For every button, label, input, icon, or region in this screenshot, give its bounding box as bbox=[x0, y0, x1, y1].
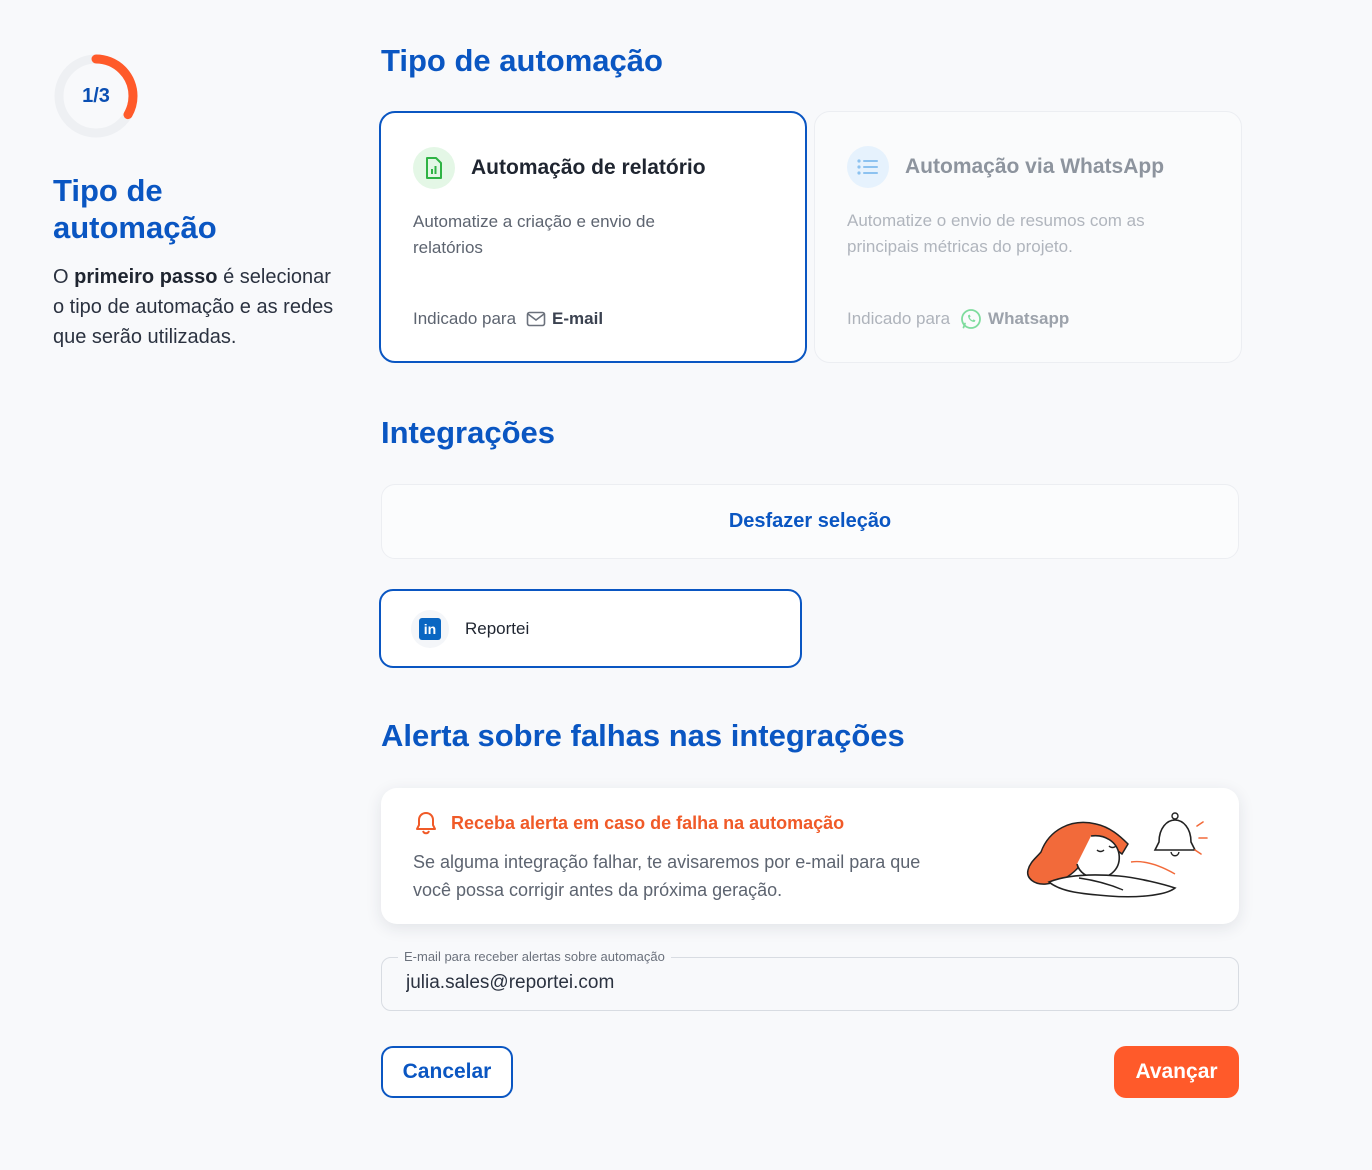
indicated-for-label: Indicado para bbox=[847, 309, 951, 328]
integration-name: Reportei bbox=[465, 618, 530, 638]
whatsapp-automation-title: Automação via WhatsApp bbox=[905, 155, 1165, 178]
linkedin-icon: in bbox=[411, 609, 449, 648]
alert-email-input[interactable] bbox=[406, 972, 1206, 994]
undo-selection-button[interactable]: Desfazer seleção bbox=[381, 484, 1239, 559]
page-title: Tipo de automação bbox=[53, 173, 217, 245]
step-description-prefix: O bbox=[53, 266, 75, 288]
whatsapp-icon bbox=[961, 309, 981, 329]
report-automation-description: Automatize a criação e envio de relatóri… bbox=[413, 212, 655, 257]
alert-email-field[interactable]: E-mail para receber alertas sobre automa… bbox=[381, 949, 1239, 1011]
step-progress-ring: 1/3 bbox=[53, 53, 139, 139]
alert-body: Se alguma integração falhar, te avisarem… bbox=[413, 852, 921, 900]
report-chart-icon bbox=[413, 147, 455, 189]
alerts-heading: Alerta sobre falhas nas integrações bbox=[381, 718, 905, 753]
report-automation-title: Automação de relatório bbox=[471, 156, 706, 179]
list-icon bbox=[847, 146, 889, 188]
channel-email: E-mail bbox=[552, 309, 604, 328]
alert-title: Receba alerta em caso de falha na automa… bbox=[451, 812, 845, 833]
indicated-for-label: Indicado para bbox=[413, 309, 517, 328]
bell-icon bbox=[416, 812, 436, 835]
integration-item-reportei[interactable]: in Reportei bbox=[379, 589, 802, 668]
channel-whatsapp: Whatsapp bbox=[988, 309, 1070, 328]
step-description: O primeiro passo é selecionar o tipo de … bbox=[53, 262, 343, 352]
mail-icon bbox=[526, 311, 546, 327]
automation-type-heading: Tipo de automação bbox=[381, 43, 663, 78]
alert-email-label: E-mail para receber alertas sobre automa… bbox=[398, 949, 671, 964]
report-automation-card[interactable]: Automação de relatório Automatize a cria… bbox=[379, 111, 807, 363]
step-counter: 1/3 bbox=[82, 84, 110, 107]
sleeping-person-illustration bbox=[1026, 812, 1208, 898]
whatsapp-automation-card[interactable]: Automação via WhatsApp Automatize o envi… bbox=[814, 111, 1242, 363]
integrations-heading: Integrações bbox=[381, 415, 556, 450]
step-description-bold: primeiro passo bbox=[74, 266, 218, 288]
next-button[interactable]: Avançar bbox=[1114, 1046, 1239, 1098]
cancel-button[interactable]: Cancelar bbox=[381, 1046, 513, 1098]
alert-info-card: Receba alerta em caso de falha na automa… bbox=[381, 788, 1239, 924]
whatsapp-automation-description: Automatize o envio de resumos com as pri… bbox=[847, 211, 1145, 256]
